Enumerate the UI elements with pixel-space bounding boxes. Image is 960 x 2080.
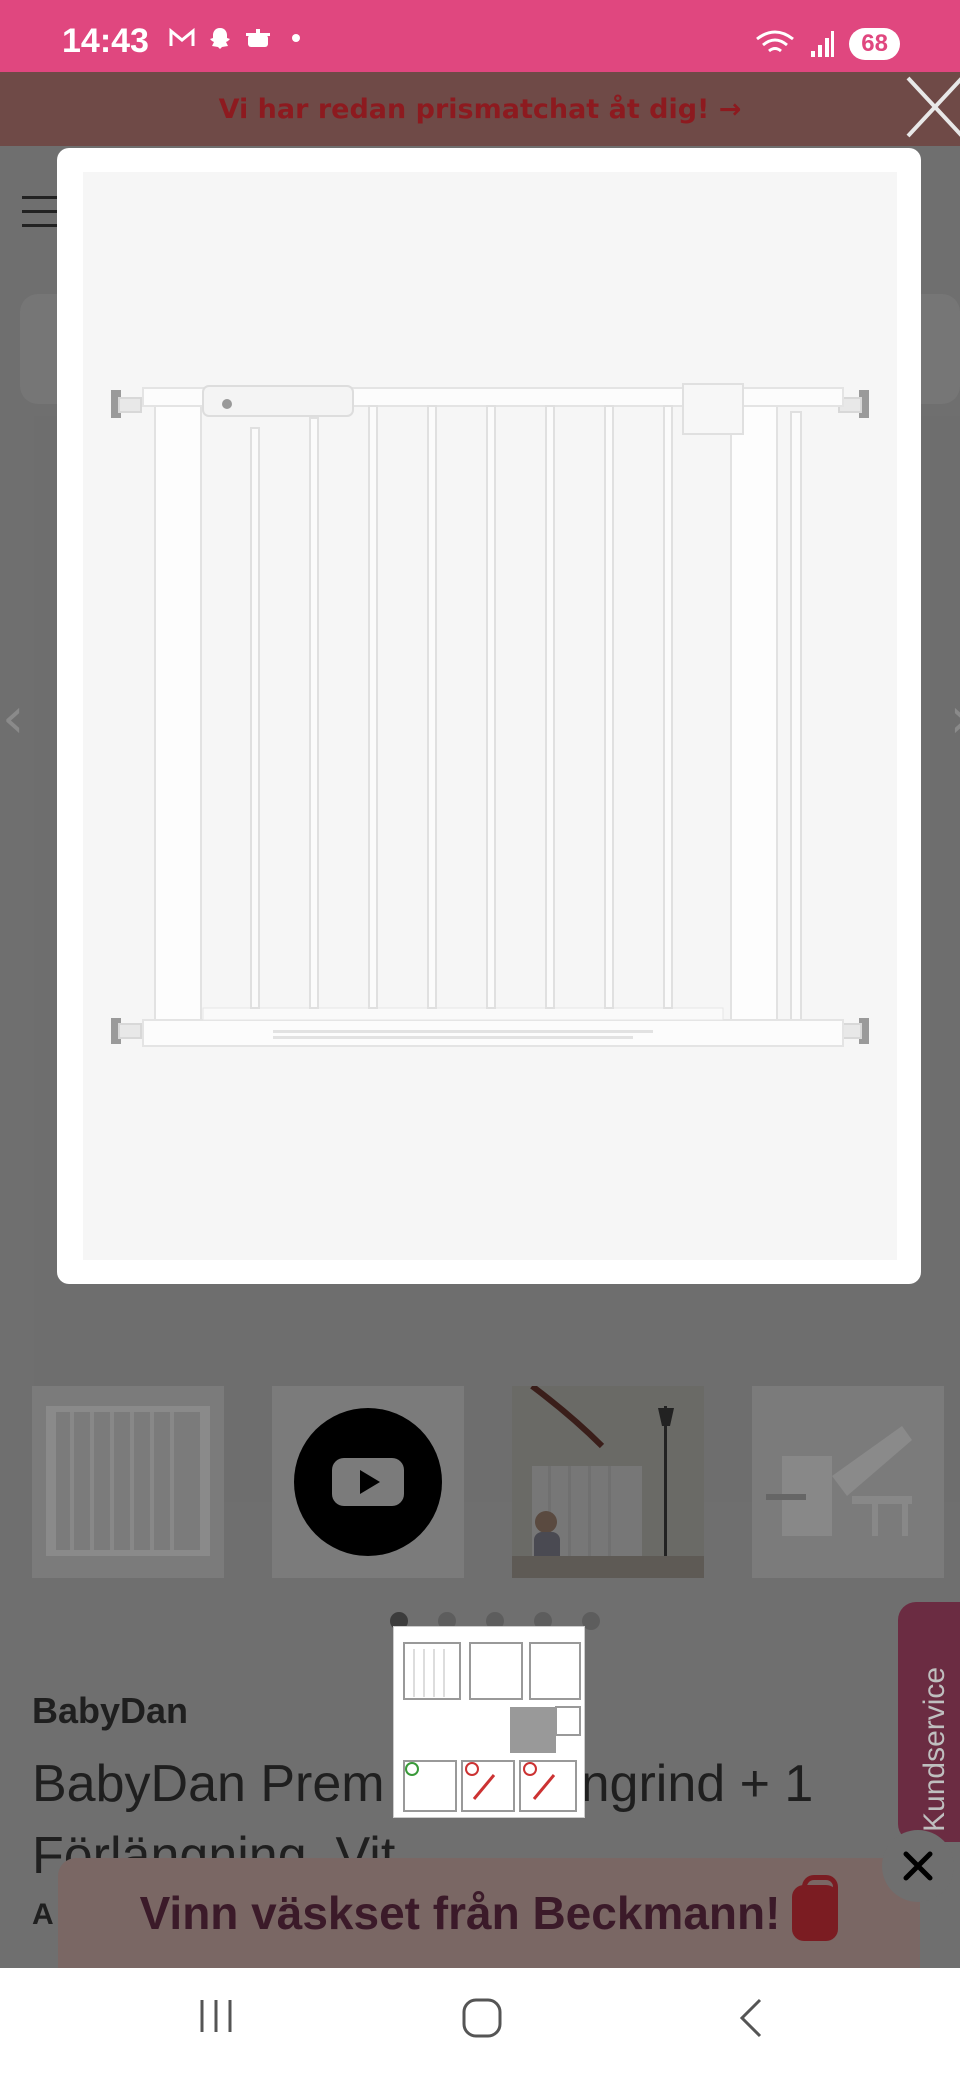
thumbnail-installation-guide[interactable]	[393, 1626, 585, 1818]
lightbox-close-icon[interactable]	[904, 74, 960, 140]
battery-indicator: 68	[849, 28, 900, 60]
price-match-banner[interactable]: Vi har redan prismatchat åt dig! →	[0, 72, 960, 146]
system-navigation-bar	[0, 1968, 960, 2080]
product-brand[interactable]: BabyDan	[32, 1690, 188, 1732]
back-icon[interactable]	[736, 1996, 766, 2040]
cooking-pot-icon	[246, 29, 270, 47]
price-match-text: Vi har redan prismatchat åt dig! →	[218, 93, 742, 125]
status-time: 14:43	[62, 22, 149, 60]
snapchat-icon	[210, 28, 230, 49]
home-icon[interactable]	[460, 1996, 504, 2040]
customer-service-label: Kundservice	[918, 1666, 951, 1832]
close-icon	[903, 1851, 933, 1881]
thumbnail-youtube-video[interactable]	[272, 1386, 464, 1578]
gmail-icon	[169, 27, 195, 46]
customer-service-tab[interactable]: Kundservice	[898, 1602, 960, 1842]
thumbnail-gate-front[interactable]	[32, 1386, 224, 1578]
dot-icon	[292, 34, 300, 42]
product-subtitle: A	[32, 1898, 54, 1931]
recent-apps-icon[interactable]	[196, 1996, 236, 2036]
chevron-left-icon[interactable]: ‹	[2, 686, 24, 751]
status-bar: 14:43 68	[0, 0, 960, 72]
chevron-right-icon[interactable]: ›	[950, 686, 960, 751]
image-lightbox	[57, 148, 921, 1284]
thumbnail-gate-fitting-detail[interactable]	[752, 1386, 944, 1578]
campaign-text: Vinn väskset från Beckmann!	[139, 1887, 781, 1939]
campaign-popup[interactable]: Vinn väskset från Beckmann!	[58, 1858, 920, 1968]
hamburger-menu-icon[interactable]	[22, 196, 60, 228]
youtube-play-icon	[272, 1386, 464, 1578]
notification-icons	[168, 26, 310, 50]
gallery-thumbnails	[32, 1386, 944, 1578]
backpack-icon	[792, 1875, 839, 1941]
product-title-left: BabyDan Prem	[32, 1755, 385, 1813]
thumbnail-gate-stairs-with-child[interactable]	[512, 1386, 704, 1578]
product-title-right: ngrind + 1	[580, 1755, 814, 1813]
wifi-icon	[756, 30, 795, 53]
popup-close-button[interactable]	[882, 1830, 954, 1902]
signal-icon	[811, 31, 835, 57]
lightbox-gate-image	[83, 172, 897, 1260]
